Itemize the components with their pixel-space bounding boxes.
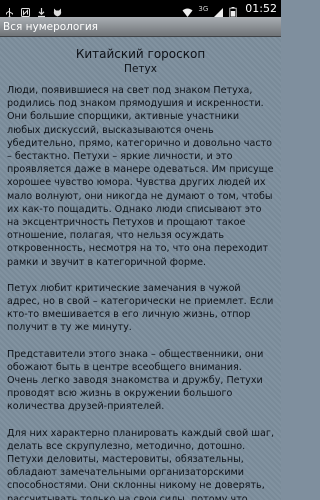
wifi-icon bbox=[182, 3, 193, 17]
nfc-icon bbox=[20, 3, 31, 17]
article-paragraph: Для них характерно планировать каждый св… bbox=[7, 427, 274, 500]
battery-icon bbox=[229, 3, 240, 18]
article-scroll-area[interactable]: Китайский гороскоп Петух Люди, появившие… bbox=[0, 37, 281, 500]
article-paragraph: Петух любит критические замечания в чужо… bbox=[7, 282, 274, 334]
window-title: Вся нумерология bbox=[3, 20, 98, 33]
signal-icon bbox=[213, 3, 224, 17]
article-paragraph: Люди, появившиеся на свет под знаком Пет… bbox=[7, 85, 274, 268]
download-icon bbox=[36, 3, 47, 18]
network-type-label: 3G bbox=[198, 4, 209, 13]
article-subheading: Петух bbox=[124, 63, 157, 75]
status-bar: 3G 01:52 bbox=[0, 0, 281, 18]
usb-icon bbox=[4, 3, 15, 18]
clock: 01:52 bbox=[245, 2, 277, 15]
cat-icon bbox=[52, 3, 63, 17]
status-right: 3G 01:52 bbox=[182, 2, 277, 18]
status-left bbox=[4, 3, 63, 18]
article-paragraph: Представители этого знака – общественник… bbox=[7, 348, 264, 413]
article-heading: Китайский гороскоп bbox=[75, 47, 206, 61]
title-bar: Вся нумерология bbox=[0, 17, 281, 37]
